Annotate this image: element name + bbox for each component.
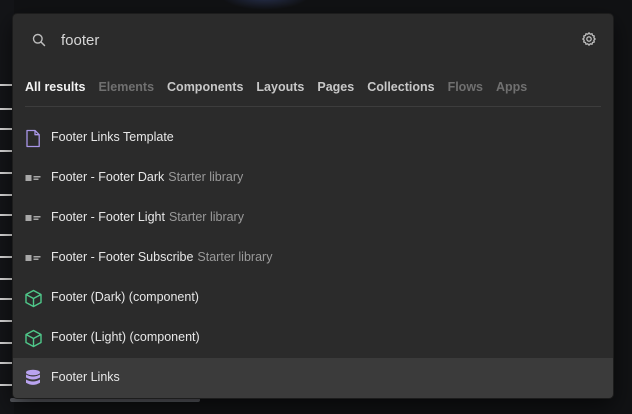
layout-block-icon (23, 208, 43, 228)
result-item[interactable]: Footer (Light) (component) (13, 318, 613, 358)
result-filter-tabs: All results Elements Components Layouts … (25, 66, 601, 107)
background-tick (0, 342, 12, 344)
result-title: Footer Links (51, 370, 120, 384)
component-cube-icon (23, 288, 43, 308)
background-tick (0, 320, 12, 322)
result-item[interactable]: Footer - Footer Dark Starter library (13, 158, 613, 198)
result-title: Footer - Footer Subscribe (51, 250, 194, 264)
tab-layouts[interactable]: Layouts (256, 80, 304, 94)
search-icon (32, 33, 46, 47)
tab-apps[interactable]: Apps (496, 80, 527, 94)
result-item[interactable]: Footer Links (13, 358, 613, 398)
collection-database-icon (23, 368, 43, 388)
layout-block-icon (23, 168, 43, 188)
tab-components[interactable]: Components (167, 80, 243, 94)
background-tick (0, 278, 12, 280)
page-template-icon (23, 128, 43, 148)
command-palette: All results Elements Components Layouts … (13, 14, 613, 398)
tab-all-results[interactable]: All results (25, 80, 85, 94)
tab-elements[interactable]: Elements (98, 80, 154, 94)
background-tick (0, 384, 12, 386)
result-item[interactable]: Footer (Dark) (component) (13, 278, 613, 318)
background-tick (0, 298, 12, 300)
background-tick (0, 172, 12, 174)
background-tick (0, 234, 12, 236)
tab-pages[interactable]: Pages (317, 80, 354, 94)
background-tick (0, 214, 12, 216)
result-title: Footer (Light) (component) (51, 330, 200, 344)
results-list: Footer Links Template Footer - Footer Da… (13, 118, 613, 398)
result-title: Footer - Footer Dark (51, 170, 165, 184)
tab-collections[interactable]: Collections (367, 80, 434, 94)
result-item[interactable]: Footer - Footer Light Starter library (13, 198, 613, 238)
background-tick (0, 150, 12, 152)
gear-icon[interactable] (581, 31, 597, 47)
result-title: Footer - Footer Light (51, 210, 165, 224)
background-tick (0, 256, 12, 258)
background-tick (0, 194, 12, 196)
search-row (13, 14, 613, 66)
search-input[interactable] (61, 27, 541, 53)
background-canvas-edge (0, 0, 14, 414)
background-scrollbar (10, 398, 200, 402)
background-tick (0, 128, 12, 130)
background-tick (0, 108, 12, 110)
background-glow (220, 0, 310, 10)
result-title: Footer Links Template (51, 130, 174, 144)
result-item[interactable]: Footer - Footer Subscribe Starter library (13, 238, 613, 278)
result-title: Footer (Dark) (component) (51, 290, 199, 304)
result-source: Starter library (168, 170, 244, 184)
result-source: Starter library (197, 250, 273, 264)
tab-flows[interactable]: Flows (448, 80, 483, 94)
layout-block-icon (23, 248, 43, 268)
component-cube-icon (23, 328, 43, 348)
background-tick (0, 84, 12, 86)
result-source: Starter library (168, 210, 244, 224)
background-tick (0, 362, 12, 364)
result-item[interactable]: Footer Links Template (13, 118, 613, 158)
